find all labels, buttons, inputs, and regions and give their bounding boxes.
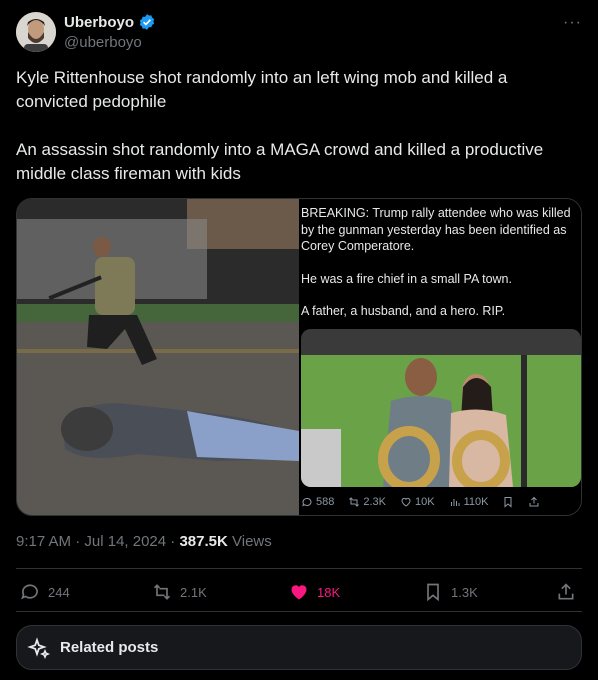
reply-icon: [302, 497, 312, 507]
bookmark-icon: [504, 497, 512, 508]
views-count: 387.5K: [179, 533, 228, 550]
sparkle-icon: [27, 637, 51, 660]
divider-bottom: [16, 611, 582, 612]
embedded-share: [528, 496, 540, 508]
tweet-text: Kyle Rittenhouse shot randomly into an l…: [16, 66, 582, 186]
reply-icon: [21, 584, 38, 600]
repost-count: 2.1K: [180, 584, 207, 600]
repost-button[interactable]: 2.1K: [152, 582, 207, 602]
views-icon: [450, 499, 460, 506]
divider-top: [16, 568, 582, 569]
reply-count: 244: [48, 584, 70, 600]
repost-icon: [153, 584, 171, 600]
tweet-time[interactable]: 9:17 AM: [16, 533, 71, 550]
embedded-post-text: BREAKING: Trump rally attendee who was k…: [301, 205, 577, 336]
embedded-views: 110K: [449, 496, 488, 508]
like-button[interactable]: 18K: [289, 582, 340, 602]
bookmark-count: 1.3K: [451, 584, 478, 600]
like-count: 18K: [317, 584, 341, 600]
author-name[interactable]: Uberboyo: [64, 14, 134, 31]
tweet-media[interactable]: BREAKING: Trump rally attendee who was k…: [16, 198, 582, 516]
tweet-actions: 244 2.1K 18K 1.3K: [16, 582, 582, 606]
heart-icon: [401, 497, 411, 507]
views-label: Views: [227, 533, 272, 550]
share-icon: [558, 583, 574, 600]
related-posts-label: Related posts: [60, 639, 159, 656]
avatar[interactable]: [16, 12, 56, 52]
bookmark-icon: [427, 583, 439, 602]
tweet-paragraph-1: Kyle Rittenhouse shot randomly into an l…: [16, 68, 508, 111]
embedded-bookmark: [502, 496, 514, 508]
embedded-photo: [301, 329, 581, 487]
heart-filled-icon: [291, 585, 307, 600]
media-embedded-post-screenshot[interactable]: BREAKING: Trump rally attendee who was k…: [301, 199, 581, 515]
share-button[interactable]: [556, 582, 576, 602]
share-icon: [529, 496, 539, 507]
embedded-reposts: 2.3K: [348, 496, 386, 508]
embedded-line-3: A father, a husband, and a hero. RIP.: [301, 304, 506, 318]
tweet-paragraph-2: An assassin shot randomly into a MAGA cr…: [16, 140, 544, 183]
repost-icon: [349, 497, 360, 507]
meta-separator: ·: [71, 533, 85, 550]
embedded-metrics-bar: 588 2.3K 10K 110K: [301, 494, 581, 510]
related-posts-button[interactable]: Related posts: [16, 625, 582, 670]
embedded-line-2: He was a fire chief in a small PA town.: [301, 271, 512, 286]
verified-badge-icon: [139, 14, 155, 30]
meta-separator-2: ·: [166, 533, 180, 550]
more-options-icon[interactable]: ···: [563, 14, 582, 32]
author-handle[interactable]: @uberboyo: [64, 34, 142, 51]
tweet-meta: 9:17 AM · Jul 14, 2024 · 387.5K Views: [16, 533, 272, 550]
embedded-replies: 588: [301, 496, 334, 508]
tweet-date[interactable]: Jul 14, 2024: [84, 533, 166, 550]
reply-button[interactable]: 244: [20, 582, 70, 602]
tweet-header: Uberboyo @uberboyo ···: [16, 12, 582, 56]
bookmark-button[interactable]: 1.3K: [423, 582, 478, 602]
embedded-likes: 10K: [400, 496, 435, 508]
media-photo-street-scene[interactable]: [17, 199, 299, 515]
embedded-line-1: BREAKING: Trump rally attendee who was k…: [301, 206, 571, 253]
